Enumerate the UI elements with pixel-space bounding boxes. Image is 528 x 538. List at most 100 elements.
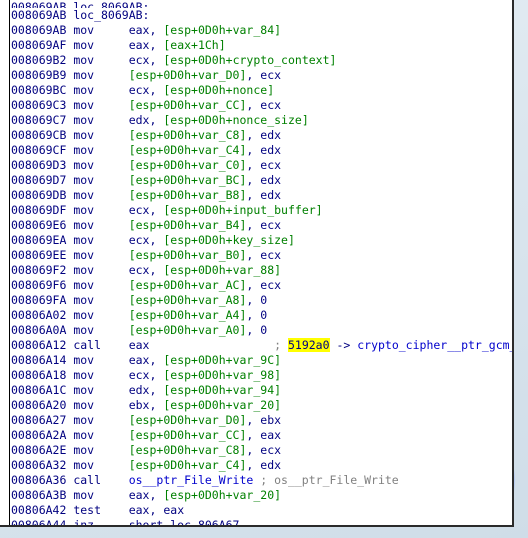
instruction-mnemonic: mov — [73, 203, 129, 217]
operand-separator: , — [246, 218, 261, 232]
listing-row[interactable]: 008069AB mov eax, [esp+0D0h+var_84] — [11, 23, 512, 38]
listing-row[interactable]: 008069DB mov [esp+0D0h+var_B8], edx — [11, 188, 512, 203]
instruction-mnemonic: mov — [73, 143, 129, 157]
instruction-address: 00806A2A — [11, 428, 74, 442]
instruction-mnemonic: mov — [73, 353, 129, 367]
operand-source: ecx — [260, 98, 282, 112]
listing-row[interactable]: 008069EE mov [esp+0D0h+var_B0], ecx — [11, 248, 512, 263]
listing-row[interactable]: 00806A36 call os__ptr_File_Write ; os__p… — [11, 473, 512, 488]
operand-destination: [esp+0D0h+var_B0] — [128, 248, 247, 262]
listing-row[interactable]: 008069B2 mov ecx, [esp+0D0h+crypto_conte… — [11, 53, 512, 68]
operand-separator: , — [149, 113, 164, 127]
listing-row[interactable]: 008069D7 mov [esp+0D0h+var_BC], edx — [11, 173, 512, 188]
operand-source: [esp+0D0h+var_94] — [163, 383, 282, 397]
listing-row[interactable]: 00806A12 call eax ; 5192a0 -> crypto_cip… — [11, 338, 512, 353]
instruction-address: 008069EA — [11, 233, 74, 247]
instruction-mnemonic: test — [73, 503, 129, 517]
operand-separator: , — [149, 503, 164, 517]
disassembly-code-area[interactable]: 008069AB loc_8069AB: 008069AB loc_8069AB:… — [11, 0, 512, 527]
operand-source: edx — [260, 143, 282, 157]
operand-destination: eax — [128, 488, 150, 502]
listing-row[interactable]: 00806A1C mov edx, [esp+0D0h+var_94] — [11, 383, 512, 398]
listing-row[interactable]: 008069E6 mov [esp+0D0h+var_B4], ecx — [11, 218, 512, 233]
operand-source: ecx — [260, 68, 282, 82]
listing-row[interactable]: 008069EA mov ecx, [esp+0D0h+key_size] — [11, 233, 512, 248]
instruction-address: 008069B2 — [11, 53, 74, 67]
listing-row[interactable]: 00806A44 jnz short loc_806A67 — [11, 518, 512, 527]
listing-row[interactable]: 008069DF mov ecx, [esp+0D0h+input_buffer… — [11, 203, 512, 218]
listing-row[interactable]: 00806A32 mov [esp+0D0h+var_C4], edx — [11, 458, 512, 473]
instruction-address: 00806A2E — [11, 443, 74, 457]
listing-row[interactable]: 008069AF mov eax, [eax+1Ch] — [11, 38, 512, 53]
instruction-address: 008069FA — [11, 293, 74, 307]
listing-row[interactable]: 008069CB mov [esp+0D0h+var_C8], edx — [11, 128, 512, 143]
instruction-mnemonic: mov — [73, 323, 129, 337]
listing-row[interactable]: 008069D3 mov [esp+0D0h+var_C0], ecx — [11, 158, 512, 173]
listing-row[interactable]: 00806A20 mov ebx, [esp+0D0h+var_20] — [11, 398, 512, 413]
operand-destination: ecx — [128, 53, 150, 67]
operand-destination: [esp+0D0h+var_BC] — [128, 173, 247, 187]
instruction-mnemonic: mov — [73, 188, 129, 202]
listing-row[interactable]: 008069BC mov ecx, [esp+0D0h+nonce] — [11, 83, 512, 98]
listing-row[interactable]: 00806A3B mov eax, [esp+0D0h+var_20] — [11, 488, 512, 503]
listing-row[interactable]: 008069C7 mov edx, [esp+0D0h+nonce_size] — [11, 113, 512, 128]
instruction-mnemonic: mov — [73, 443, 129, 457]
operand-source: 0 — [260, 323, 268, 337]
operand-destination: edx — [128, 113, 150, 127]
listing-row[interactable]: 008069CF mov [esp+0D0h+var_C4], edx — [11, 143, 512, 158]
listing-row[interactable]: 00806A0A mov [esp+0D0h+var_A0], 0 — [11, 323, 512, 338]
operand-source: eax — [163, 503, 185, 517]
operand-separator: , — [246, 458, 261, 472]
instruction-address: 00806A42 — [11, 503, 74, 517]
operand-separator: , — [246, 143, 261, 157]
operand-separator: , — [149, 233, 164, 247]
operand-destination: [esp+0D0h+var_B4] — [128, 218, 247, 232]
operand-destination: [esp+0D0h+var_D0] — [128, 68, 247, 82]
instruction-mnemonic: mov — [73, 83, 129, 97]
instruction-mnemonic: mov — [73, 158, 129, 172]
operand-destination: short loc_806A67 — [128, 518, 240, 527]
listing-row[interactable]: 00806A27 mov [esp+0D0h+var_D0], ebx — [11, 413, 512, 428]
instruction-address: 008069C3 — [11, 98, 74, 112]
instruction-address: 00806A36 — [11, 473, 74, 487]
operand-separator: , — [246, 98, 261, 112]
listing-row[interactable]: 008069B9 mov [esp+0D0h+var_D0], ecx — [11, 68, 512, 83]
operand-separator: , — [149, 488, 164, 502]
instruction-address: 008069B9 — [11, 68, 74, 82]
operand-separator: , — [246, 323, 261, 337]
operand-destination: [esp+0D0h+var_D0] — [128, 413, 247, 427]
instruction-address: 008069F2 — [11, 263, 74, 277]
listing-row[interactable]: 00806A18 mov ecx, [esp+0D0h+var_98] — [11, 368, 512, 383]
listing-row[interactable]: 008069AB loc_8069AB: — [11, 8, 512, 23]
instruction-address: 008069D7 — [11, 173, 74, 187]
instruction-mnemonic: mov — [73, 383, 129, 397]
disassembly-panel[interactable]: 008069AB loc_8069AB: 008069AB loc_8069AB:… — [0, 0, 514, 527]
instruction-mnemonic: mov — [73, 248, 129, 262]
listing-row-clipped[interactable]: 008069AB loc_8069AB: — [11, 0, 512, 8]
graph-arrow-gutter — [0, 0, 10, 525]
instruction-mnemonic: mov — [73, 428, 129, 442]
listing-row[interactable]: 00806A2E mov [esp+0D0h+var_C8], ecx — [11, 443, 512, 458]
instruction-address: 008069DB — [11, 188, 74, 202]
listing-row[interactable]: 00806A02 mov [esp+0D0h+var_A4], 0 — [11, 308, 512, 323]
listing-row[interactable]: 008069C3 mov [esp+0D0h+var_CC], ecx — [11, 98, 512, 113]
listing-row[interactable]: 00806A2A mov [esp+0D0h+var_CC], eax — [11, 428, 512, 443]
instruction-mnemonic: mov — [73, 278, 129, 292]
operand-separator: , — [149, 368, 164, 382]
operand-source: [esp+0D0h+var_9C] — [163, 353, 282, 367]
listing-row[interactable]: 008069F2 mov ecx, [esp+0D0h+var_88] — [11, 263, 512, 278]
listing-row[interactable]: 00806A42 test eax, eax — [11, 503, 512, 518]
highlighted-address: 5192a0 — [287, 338, 330, 352]
instruction-address: 008069AB — [11, 23, 74, 37]
listing-row[interactable]: 008069FA mov [esp+0D0h+var_A8], 0 — [11, 293, 512, 308]
operand-source: edx — [260, 458, 282, 472]
instruction-address: 00806A18 — [11, 368, 74, 382]
operand-source: [esp+0D0h+input_buffer] — [163, 203, 323, 217]
instruction-mnemonic: mov — [73, 38, 129, 52]
operand-destination: [esp+0D0h+var_CC] — [128, 98, 247, 112]
instruction-address: 00806A12 — [11, 338, 74, 352]
operand-destination: [esp+0D0h+var_C8] — [128, 443, 247, 457]
listing-row[interactable]: 00806A14 mov eax, [esp+0D0h+var_9C] — [11, 353, 512, 368]
operand-source: [esp+0D0h+var_88] — [163, 263, 282, 277]
listing-row[interactable]: 008069F6 mov [esp+0D0h+var_AC], ecx — [11, 278, 512, 293]
